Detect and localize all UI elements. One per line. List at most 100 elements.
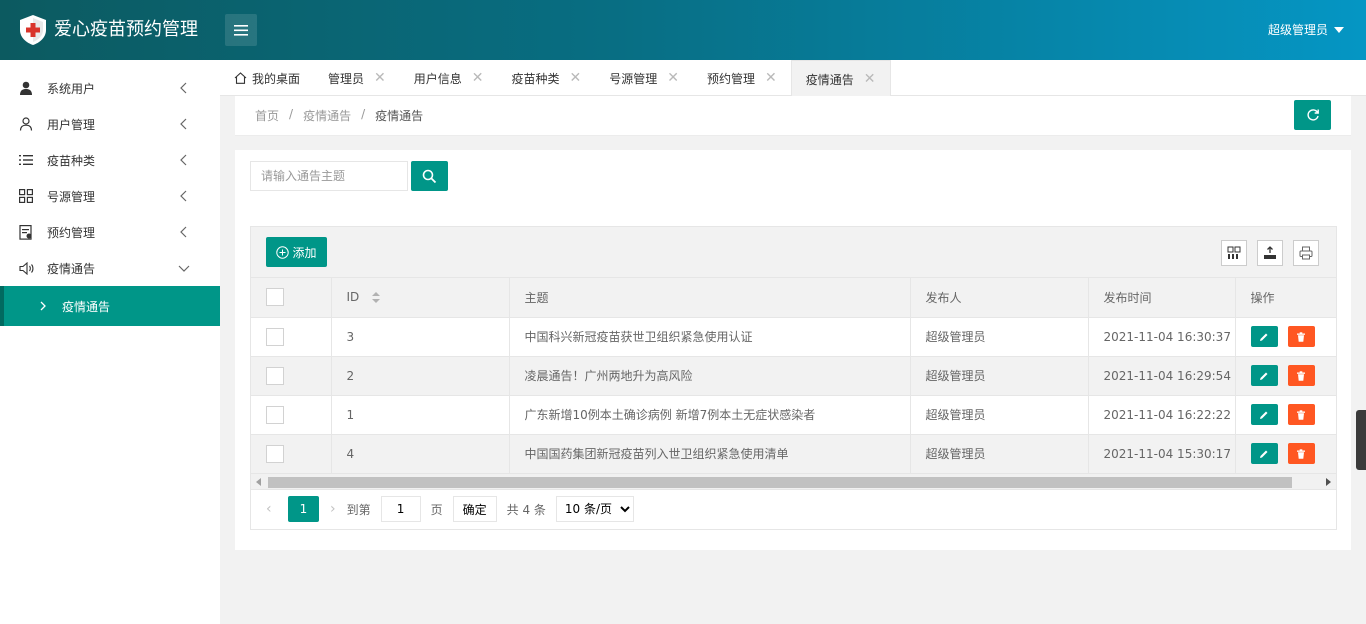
sidebar-item-system-users[interactable]: 系统用户 <box>0 70 220 106</box>
sort-icon[interactable] <box>371 291 381 304</box>
goto-confirm-button[interactable]: 确定 <box>452 496 497 522</box>
row-checkbox[interactable] <box>266 405 284 424</box>
table-row: 1 广东新增10例本土确诊病例 新增7例本土无症状感染者 超级管理员 2021-… <box>251 395 1337 435</box>
tab-admins[interactable]: 管理员 ✕ <box>314 60 400 96</box>
pagination: ‹ 1 › 到第 页 确定 共 4 条 10 条/页 <box>251 490 1336 529</box>
print-button[interactable] <box>1293 240 1319 266</box>
sidebar-item-label: 疫情通告 <box>47 261 96 276</box>
refresh-icon <box>1306 109 1319 121</box>
cell-time: 2021-11-04 16:22:22 <box>1088 395 1236 435</box>
prev-page-icon[interactable]: ‹ <box>266 501 282 517</box>
edit-button[interactable] <box>1250 443 1278 464</box>
sidebar-item-label: 系统用户 <box>47 81 96 96</box>
cell-publisher: 超级管理员 <box>910 317 1089 357</box>
header-id[interactable]: ID <box>331 278 510 318</box>
scroll-left-icon[interactable] <box>256 477 261 486</box>
header-actions: 操作 <box>1234 278 1337 318</box>
table-row: 4 中国国药集团新冠疫苗列入世卫组织紧急使用清单 超级管理员 2021-11-0… <box>251 434 1337 474</box>
sidebar-item-booking-manage[interactable]: 预约管理 <box>0 214 220 250</box>
cell-actions <box>1234 356 1337 396</box>
cell-id: 2 <box>331 356 510 396</box>
table-header-row: ID 主题 发布人 发布时间 操作 <box>251 278 1337 318</box>
tab-home[interactable]: 我的桌面 <box>220 60 314 96</box>
scroll-right-icon[interactable] <box>1326 477 1331 486</box>
tab-slot-manage[interactable]: 号源管理 ✕ <box>595 60 693 96</box>
delete-button[interactable] <box>1287 404 1315 425</box>
tab-vaccine-types[interactable]: 疫苗种类 ✕ <box>498 60 596 96</box>
tab-label: 疫苗种类 <box>511 71 560 86</box>
search-button[interactable] <box>411 161 448 191</box>
export-button[interactable] <box>1257 240 1283 266</box>
breadcrumb-home[interactable]: 首页 <box>255 107 279 124</box>
delete-button[interactable] <box>1287 365 1315 386</box>
refresh-button[interactable] <box>1294 100 1331 130</box>
form-icon <box>18 224 34 240</box>
tab-label: 疫情通告 <box>805 72 854 87</box>
breadcrumb-bar: 首页 / 疫情通告 / 疫情通告 <box>235 96 1351 136</box>
close-icon[interactable]: ✕ <box>864 71 876 87</box>
home-icon <box>234 72 247 84</box>
columns-icon <box>1227 246 1241 259</box>
tab-label: 预约管理 <box>707 71 756 86</box>
table-row: 2 凌晨通告！广州两地升为高风险 超级管理员 2021-11-04 16:29:… <box>251 356 1337 396</box>
next-page-icon[interactable]: › <box>330 501 336 517</box>
pencil-icon <box>1260 333 1268 341</box>
plus-circle-icon <box>276 245 290 259</box>
scrollbar-thumb[interactable] <box>268 476 1292 488</box>
chevron-down-icon <box>178 265 190 272</box>
close-icon[interactable]: ✕ <box>472 70 484 86</box>
user-menu[interactable]: 超级管理员 <box>1268 20 1344 40</box>
header-id-label: ID <box>346 290 360 305</box>
row-checkbox[interactable] <box>266 366 284 385</box>
sidebar-item-vaccine-types[interactable]: 疫苗种类 <box>0 142 220 178</box>
sidebar-item-slot-manage[interactable]: 号源管理 <box>0 178 220 214</box>
delete-button[interactable] <box>1287 443 1315 464</box>
breadcrumb-current: 疫情通告 <box>375 109 424 123</box>
cell-subject: 中国科兴新冠疫苗获世卫组织紧急使用认证 <box>509 317 911 357</box>
header-subject: 主题 <box>509 278 911 318</box>
close-icon[interactable]: ✕ <box>374 70 386 86</box>
select-all-checkbox[interactable] <box>266 288 284 307</box>
chevron-left-icon <box>180 226 187 238</box>
cell-publisher: 超级管理员 <box>910 395 1089 435</box>
tab-label: 管理员 <box>328 71 365 86</box>
sidebar-item-epidemic-notice[interactable]: 疫情通告 <box>0 250 220 286</box>
horizontal-scrollbar[interactable] <box>251 473 1336 490</box>
cell-subject: 凌晨通告！广州两地升为高风险 <box>509 356 911 396</box>
sidebar-subitem-epidemic-notice[interactable]: 疫情通告 <box>0 286 220 326</box>
close-icon[interactable]: ✕ <box>667 70 679 86</box>
chevron-left-icon <box>180 118 187 130</box>
row-checkbox[interactable] <box>266 444 284 463</box>
goto-label: 到第 <box>346 502 371 517</box>
window-edge-scroll-handle[interactable] <box>1356 410 1366 470</box>
total-count: 共 4 条 <box>506 502 546 517</box>
tab-booking-manage[interactable]: 预约管理 ✕ <box>693 60 791 96</box>
hamburger-icon <box>234 24 248 36</box>
edit-button[interactable] <box>1250 326 1278 347</box>
edit-button[interactable] <box>1250 365 1278 386</box>
edit-button[interactable] <box>1250 404 1278 425</box>
row-checkbox[interactable] <box>266 327 284 346</box>
page-size-select[interactable]: 10 条/页 <box>555 496 634 522</box>
breadcrumb-section[interactable]: 疫情通告 <box>303 107 351 124</box>
menu-toggle-button[interactable] <box>225 14 257 46</box>
close-icon[interactable]: ✕ <box>765 70 777 86</box>
tab-epidemic-notice[interactable]: 疫情通告 ✕ <box>790 60 891 97</box>
sidebar-item-user-manage[interactable]: 用户管理 <box>0 106 220 142</box>
table-row: 3 中国科兴新冠疫苗获世卫组织紧急使用认证 超级管理员 2021-11-04 1… <box>251 317 1337 357</box>
close-icon[interactable]: ✕ <box>570 70 582 86</box>
sidebar-item-label: 疫苗种类 <box>47 153 96 168</box>
list-icon <box>18 152 34 168</box>
current-page[interactable]: 1 <box>288 496 319 522</box>
tab-user-info[interactable]: 用户信息 ✕ <box>400 60 498 96</box>
sidebar: 系统用户 用户管理 疫苗种类 号源管理 预约管理 疫情通告 疫情通告 <box>0 60 220 624</box>
user-outline-icon <box>18 116 34 132</box>
cell-actions <box>1234 395 1337 435</box>
page-number-input[interactable] <box>380 496 421 522</box>
caret-down-icon <box>1334 27 1344 33</box>
delete-button[interactable] <box>1287 326 1315 347</box>
search-input[interactable] <box>250 161 408 191</box>
table-toolbar: 添加 <box>251 227 1336 278</box>
add-button[interactable]: 添加 <box>266 237 327 267</box>
columns-filter-button[interactable] <box>1221 240 1247 266</box>
